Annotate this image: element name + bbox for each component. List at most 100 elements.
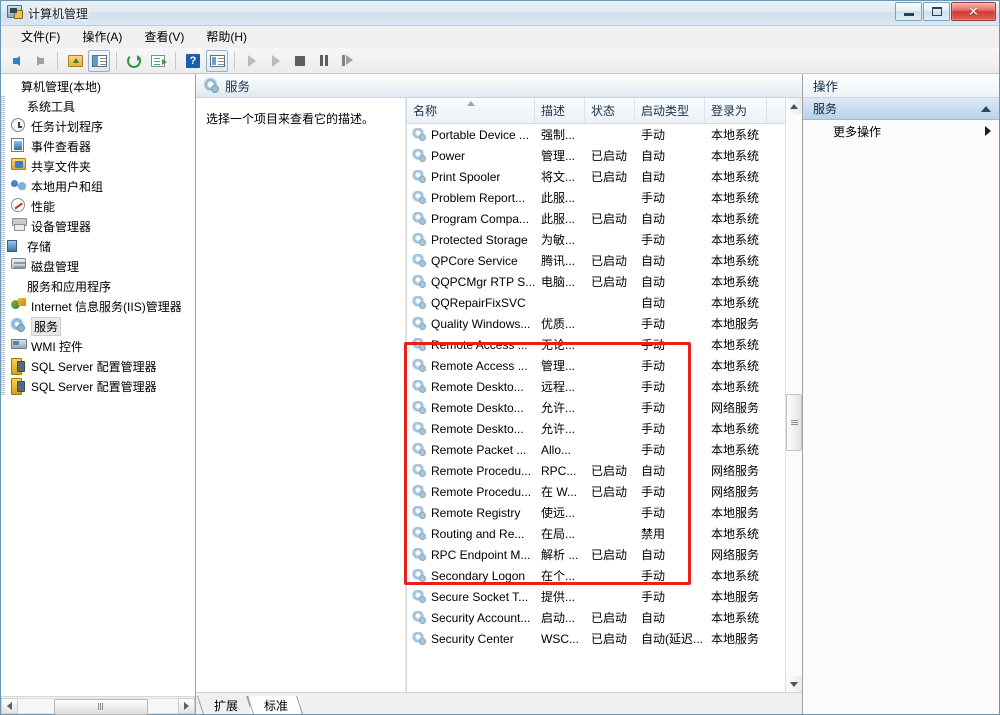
minimize-button[interactable]: [895, 2, 922, 21]
service-row[interactable]: Routing and Re... 在局... 禁用 本地系统: [407, 523, 785, 544]
tree-item-5[interactable]: 本地用户和组: [1, 176, 195, 196]
service-row[interactable]: Power 管理... 已启动 自动 本地系统: [407, 145, 785, 166]
tree-item-2[interactable]: 任务计划程序: [1, 116, 195, 136]
service-name-label: Problem Report...: [431, 190, 526, 205]
services-list-area: 名称 描述 状态 启动类型 登录为 Portable Device ... 强制... 手动…: [406, 98, 785, 692]
scroll-track[interactable]: [18, 697, 178, 715]
tree-item-10[interactable]: 服务和应用程序: [1, 276, 195, 296]
menu-help[interactable]: 帮助(H): [196, 25, 257, 48]
tree-item-9[interactable]: 磁盘管理: [1, 256, 195, 276]
window-body: 算机管理(本地) 系统工具 任务计划程序 事件查看器 共享文件夹 本地用户和组 性能 设备管理…: [1, 74, 999, 715]
scroll-down-button[interactable]: [786, 676, 802, 692]
refresh-button[interactable]: [123, 50, 145, 72]
actions-section-services[interactable]: 服务: [803, 98, 999, 120]
service-row[interactable]: Remote Access ... 管理... 手动 本地系统: [407, 355, 785, 376]
services-icon: [413, 506, 426, 519]
chevron-up-icon[interactable]: [981, 105, 991, 112]
scroll-track[interactable]: [786, 114, 802, 676]
service-row[interactable]: Remote Packet ... Allo... 手动 本地系统: [407, 439, 785, 460]
back-button[interactable]: [5, 50, 27, 72]
view-tab-1[interactable]: 标准: [250, 696, 301, 714]
service-startup-type: 手动: [641, 191, 666, 205]
service-row[interactable]: Security Account... 启动... 已启动 自动 本地系统: [407, 607, 785, 628]
service-row[interactable]: Secure Socket T... 提供... 手动 本地服务: [407, 586, 785, 607]
tree-item-4[interactable]: 共享文件夹: [1, 156, 195, 176]
services-list[interactable]: Portable Device ... 强制... 手动 本地系统 Power 管理...…: [407, 124, 785, 692]
tree-item-6[interactable]: 性能: [1, 196, 195, 216]
column-header-3[interactable]: 启动类型: [635, 98, 705, 123]
tree-item-spacer: [1, 78, 17, 94]
menu-view[interactable]: 查看(V): [134, 25, 194, 48]
service-row[interactable]: Quality Windows... 优质... 手动 本地服务: [407, 313, 785, 334]
up-one-level-button[interactable]: [64, 50, 86, 72]
forward-button: [29, 50, 51, 72]
view-tab-0[interactable]: 扩展: [200, 696, 251, 714]
service-logon-as: 网络服务: [711, 464, 760, 478]
close-button[interactable]: ✕: [951, 2, 996, 21]
service-name: Remote Deskto...: [407, 380, 535, 394]
list-column-headers[interactable]: 名称 描述 状态 启动类型 登录为: [407, 98, 785, 124]
service-row[interactable]: RPC Endpoint M... 解析 ... 已启动 自动 网络服务: [407, 544, 785, 565]
console-tree[interactable]: 算机管理(本地) 系统工具 任务计划程序 事件查看器 共享文件夹 本地用户和组 性能 设备管理…: [1, 74, 195, 696]
menu-action[interactable]: 操作(A): [72, 25, 132, 48]
scroll-up-button[interactable]: [786, 98, 802, 114]
page-title: 服务: [225, 80, 251, 94]
properties-button[interactable]: [206, 49, 228, 72]
service-name-label: Power: [431, 148, 466, 163]
service-row[interactable]: Remote Deskto... 允许... 手动 本地系统: [407, 418, 785, 439]
service-row[interactable]: QPCore Service 腾讯... 已启动 自动 本地系统: [407, 250, 785, 271]
actions-pane-filler: [803, 142, 999, 714]
column-header-0[interactable]: 名称: [407, 98, 535, 123]
tree-item-label: WMI 控件: [31, 339, 83, 354]
scroll-thumb[interactable]: [786, 394, 802, 451]
maximize-button[interactable]: [923, 2, 950, 21]
scroll-right-button[interactable]: [178, 697, 195, 714]
service-row[interactable]: Remote Registry 使远... 手动 本地服务: [407, 502, 785, 523]
service-row[interactable]: Protected Storage 为敏... 手动 本地系统: [407, 229, 785, 250]
tree-item-13[interactable]: WMI 控件: [1, 336, 195, 356]
tree-item-0[interactable]: 算机管理(本地): [1, 76, 195, 96]
toolbar-separator: [57, 51, 58, 70]
list-vertical-scrollbar[interactable]: [785, 98, 802, 692]
service-row[interactable]: Remote Procedu... 在 W... 已启动 手动 网络服务: [407, 481, 785, 502]
service-startup-type: 自动(延迟...: [641, 632, 703, 646]
tree-item-8[interactable]: 存储: [1, 236, 195, 256]
column-header-1[interactable]: 描述: [535, 98, 585, 123]
service-row[interactable]: Portable Device ... 强制... 手动 本地系统: [407, 124, 785, 145]
column-header-2[interactable]: 状态: [585, 98, 635, 123]
tree-item-12[interactable]: 服务: [1, 316, 195, 336]
service-row[interactable]: Remote Deskto... 远程... 手动 本地系统: [407, 376, 785, 397]
help-button[interactable]: ?: [182, 50, 204, 72]
tree-item-14[interactable]: SQL Server 配置管理器: [1, 356, 195, 376]
service-row[interactable]: Secondary Logon 在个... 手动 本地系统: [407, 565, 785, 586]
service-row[interactable]: QQPCMgr RTP S... 电脑... 已启动 自动 本地系统: [407, 271, 785, 292]
grip-icon: [790, 419, 798, 426]
tree-horizontal-scrollbar[interactable]: [1, 696, 195, 715]
tree-item-11[interactable]: Internet 信息服务(IIS)管理器: [1, 296, 195, 316]
tree-item-3[interactable]: 事件查看器: [1, 136, 195, 156]
service-logon-as: 本地服务: [711, 590, 760, 604]
tree-connector-line: [1, 96, 5, 116]
tree-item-1[interactable]: 系统工具: [1, 96, 195, 116]
service-row[interactable]: Remote Access ... 无论... 手动 本地系统: [407, 334, 785, 355]
show-hide-tree-button[interactable]: [88, 49, 110, 72]
service-row[interactable]: QQRepairFixSVC 自动 本地系统: [407, 292, 785, 313]
scroll-left-button[interactable]: [1, 697, 18, 714]
service-row[interactable]: Security Center WSC... 已启动 自动(延迟... 本地服务: [407, 628, 785, 649]
service-row[interactable]: Print Spooler 将文... 已启动 自动 本地系统: [407, 166, 785, 187]
services-header: 服务: [196, 74, 802, 98]
scroll-thumb[interactable]: [54, 698, 148, 715]
service-row[interactable]: Remote Procedu... RPC... 已启动 自动 网络服务: [407, 460, 785, 481]
export-list-button[interactable]: [147, 50, 169, 72]
column-header-4[interactable]: 登录为: [705, 98, 767, 123]
service-row[interactable]: Problem Report... 此服... 手动 本地系统: [407, 187, 785, 208]
event-viewer-icon: [11, 138, 27, 154]
action-more-actions[interactable]: 更多操作: [803, 120, 999, 142]
tree-item-15[interactable]: SQL Server 配置管理器: [1, 376, 195, 396]
tree-item-7[interactable]: 设备管理器: [1, 216, 195, 236]
service-logon-as: 本地系统: [711, 191, 760, 205]
service-row[interactable]: Program Compa... 此服... 已启动 自动 本地系统: [407, 208, 785, 229]
resume-service-button: [265, 50, 287, 72]
service-row[interactable]: Remote Deskto... 允许... 手动 网络服务: [407, 397, 785, 418]
menu-file[interactable]: 文件(F): [11, 25, 70, 48]
